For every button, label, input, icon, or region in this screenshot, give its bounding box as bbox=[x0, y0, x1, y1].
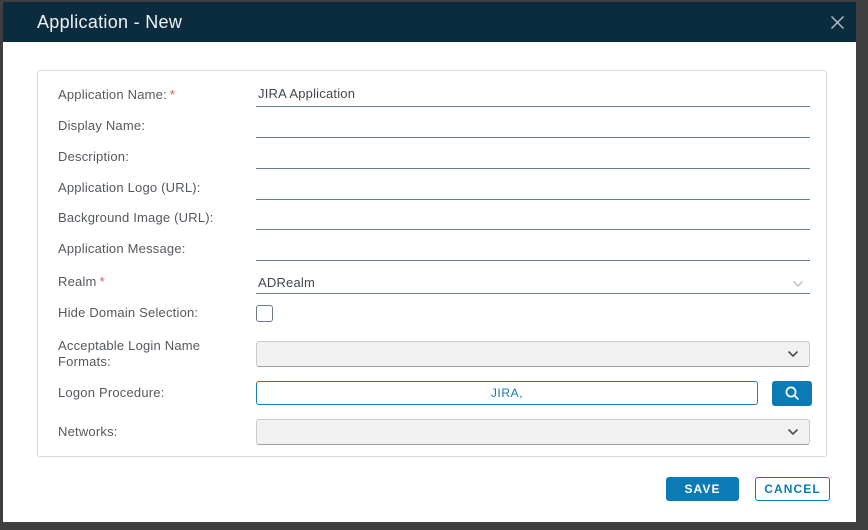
application-message-input[interactable] bbox=[256, 237, 810, 261]
field-label: Realm * bbox=[58, 274, 105, 289]
hide-domain-selection-checkbox[interactable] bbox=[256, 304, 273, 322]
field-label: Hide Domain Selection: bbox=[58, 305, 199, 320]
form-row-description: Description: bbox=[58, 143, 810, 171]
form-row-realm: Realm * ADRealm bbox=[58, 268, 810, 296]
form-row-hide-domain-selection: Hide Domain Selection: bbox=[58, 299, 810, 327]
field-label: Description: bbox=[58, 149, 130, 164]
field-label: Application Logo (URL): bbox=[58, 180, 201, 195]
form-row-networks: Networks: bbox=[58, 418, 810, 446]
form-row-display-name: Display Name: bbox=[58, 112, 810, 140]
cancel-button[interactable]: CANCEL bbox=[755, 477, 830, 501]
application-new-dialog: Application - New Application Name:* Dis… bbox=[3, 2, 856, 522]
form-row-application-name: Application Name: * bbox=[58, 81, 810, 109]
chevron-down-icon bbox=[787, 428, 799, 436]
application-name-input[interactable] bbox=[256, 83, 810, 107]
form-row-logon-procedure: Logon Procedure: bbox=[58, 379, 812, 407]
field-label: Networks: bbox=[58, 424, 118, 439]
required-marker: * bbox=[99, 274, 105, 289]
search-icon bbox=[785, 386, 799, 400]
logon-procedure-search-button[interactable] bbox=[772, 380, 812, 406]
logon-procedure-input[interactable] bbox=[256, 381, 758, 405]
chevron-down-icon bbox=[793, 281, 803, 287]
form-row-application-logo: Application Logo (URL): bbox=[58, 174, 810, 202]
acceptable-login-name-formats-dropdown[interactable] bbox=[256, 341, 810, 367]
form-row-application-message: Application Message: bbox=[58, 235, 810, 263]
field-label: Display Name: bbox=[58, 118, 146, 133]
required-marker: * bbox=[169, 87, 176, 102]
field-label: Application Message: bbox=[58, 241, 186, 256]
description-input[interactable] bbox=[256, 145, 810, 169]
field-label: Acceptable Login Name Formats: bbox=[58, 338, 201, 369]
dialog-header: Application - New bbox=[3, 2, 856, 42]
application-logo-url-input[interactable] bbox=[256, 176, 810, 200]
display-name-input[interactable] bbox=[256, 114, 810, 138]
save-button[interactable]: SAVE bbox=[666, 477, 739, 501]
form-row-background-image: Background Image (URL): bbox=[58, 204, 810, 232]
networks-dropdown[interactable] bbox=[256, 419, 810, 445]
realm-dropdown[interactable]: ADRealm bbox=[256, 270, 810, 294]
realm-selected-value: ADRealm bbox=[258, 275, 316, 290]
field-label: Logon Procedure: bbox=[58, 385, 165, 400]
chevron-down-icon bbox=[787, 350, 799, 358]
field-label: Background Image (URL): bbox=[58, 210, 214, 225]
dialog-title: Application - New bbox=[37, 11, 183, 32]
close-icon bbox=[830, 15, 844, 29]
close-button[interactable] bbox=[825, 10, 849, 34]
background-image-url-input[interactable] bbox=[256, 206, 810, 230]
form-panel: Application Name:* Display Name: Descrip… bbox=[37, 70, 827, 457]
form-row-acceptable-login-name-formats: Acceptable Login Name Formats: bbox=[58, 337, 810, 371]
field-label: Application Name: * bbox=[58, 87, 176, 102]
